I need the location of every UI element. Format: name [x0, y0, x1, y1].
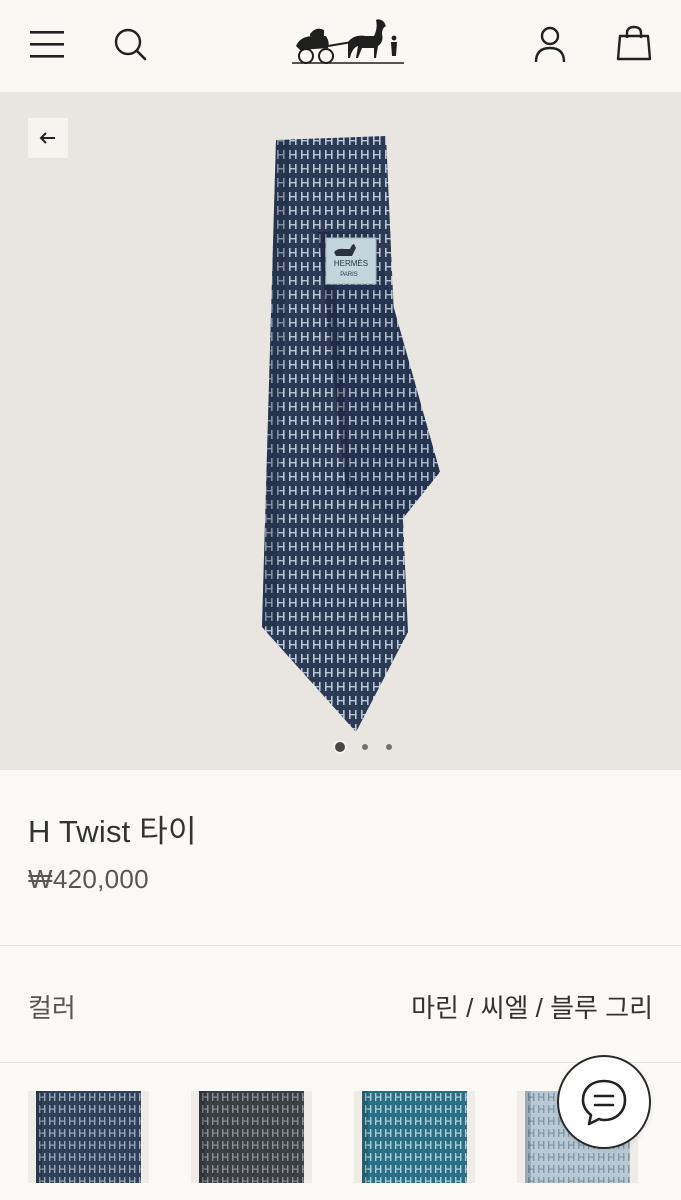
- color-swatch-navy[interactable]: [28, 1091, 149, 1183]
- divider: [0, 945, 681, 946]
- swatch-tie-image: [354, 1091, 475, 1183]
- tie-label-brand: HERMÈS: [334, 259, 368, 268]
- color-swatch-teal[interactable]: [354, 1091, 475, 1183]
- carousel-pagination[interactable]: [0, 740, 681, 754]
- color-label: 컬러: [28, 993, 76, 1023]
- back-button[interactable]: [28, 118, 68, 158]
- product-price: ₩420,000: [28, 864, 149, 894]
- carousel-dot[interactable]: [335, 742, 345, 752]
- site-header: [0, 0, 681, 92]
- horse-carriage-logo[interactable]: [290, 12, 406, 70]
- search-icon[interactable]: [112, 26, 148, 62]
- product-image-gallery[interactable]: HERMÈS PARIS: [0, 92, 681, 770]
- tie-label-city: PARIS: [340, 272, 358, 278]
- arrow-left-icon: [39, 132, 55, 144]
- carousel-dot[interactable]: [362, 744, 368, 750]
- tie-image: HERMÈS PARIS: [262, 136, 440, 732]
- chat-bubble-icon: [581, 1079, 627, 1126]
- chat-button[interactable]: [557, 1055, 651, 1149]
- swatch-tie-image: [191, 1091, 312, 1183]
- person-icon[interactable]: [532, 24, 568, 64]
- hamburger-menu-icon[interactable]: [28, 27, 66, 61]
- product-title: H Twist 타이: [28, 814, 197, 849]
- shopping-bag-icon[interactable]: [615, 24, 653, 62]
- carousel-dot[interactable]: [386, 744, 392, 750]
- color-swatch-charcoal[interactable]: [191, 1091, 312, 1183]
- color-value: 마린 / 씨엘 / 블루 그리: [411, 993, 653, 1023]
- swatch-tie-image: [28, 1091, 149, 1183]
